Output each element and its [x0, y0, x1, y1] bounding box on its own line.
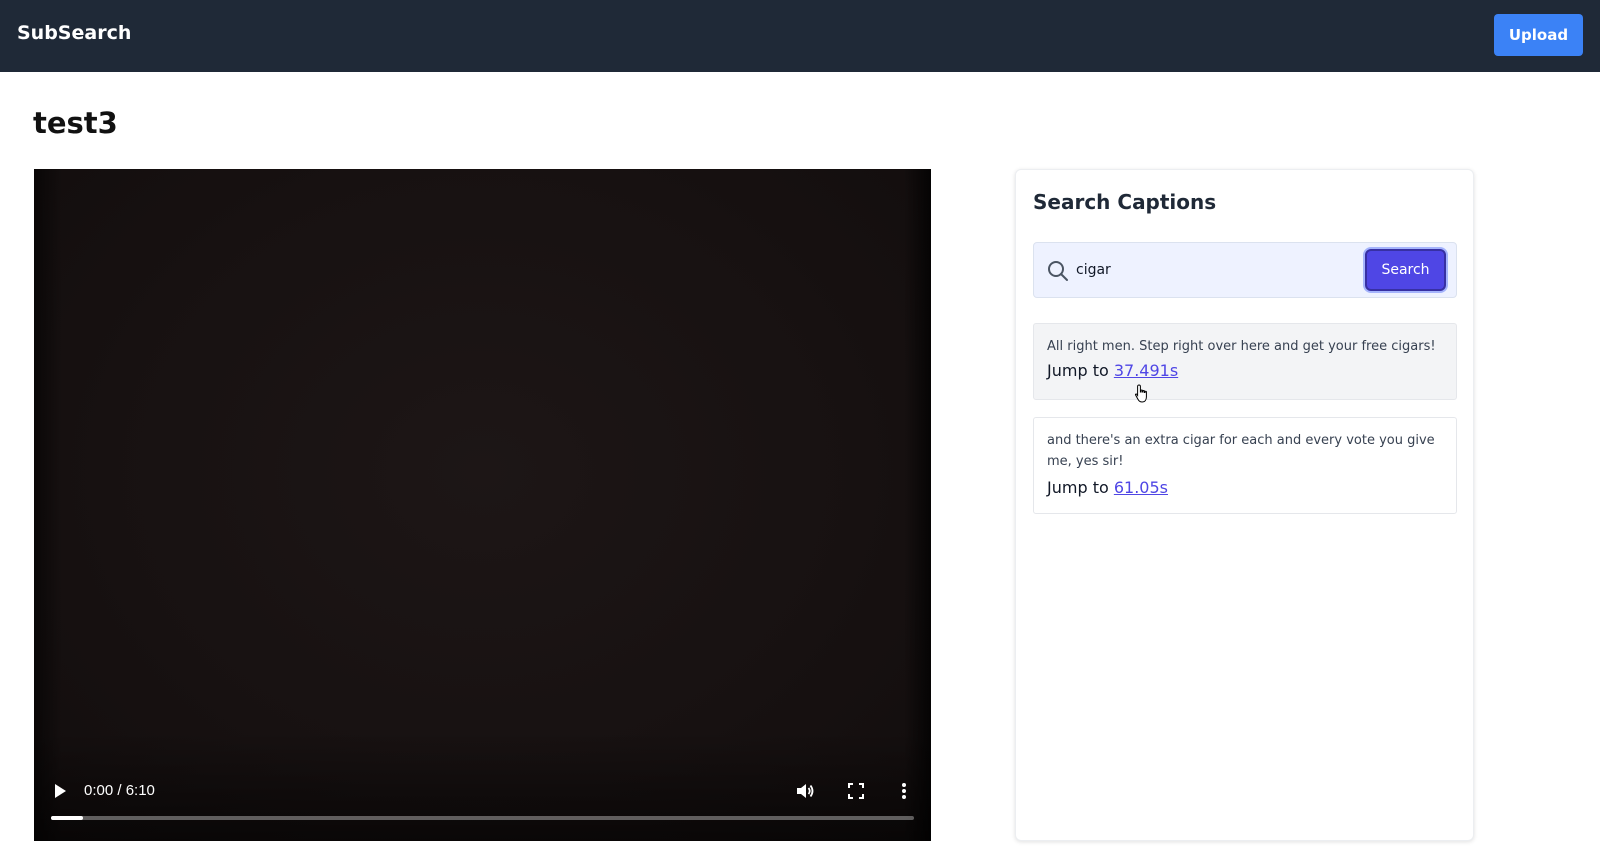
hand-pointer-cursor-icon	[1134, 384, 1150, 404]
search-captions-panel: Search Captions Search All right men. St…	[1015, 169, 1474, 841]
result-jump-row: Jump to 61.05s	[1047, 478, 1443, 497]
search-input[interactable]	[1076, 255, 1396, 285]
result-jump-row: Jump to 37.491s	[1047, 361, 1443, 380]
video-player[interactable]: 0:00 / 6:10	[34, 169, 931, 841]
search-result-item: and there's an extra cigar for each and …	[1033, 417, 1457, 514]
result-caption-text: All right men. Step right over here and …	[1047, 339, 1436, 354]
fullscreen-icon[interactable]	[843, 778, 869, 804]
jump-label: Jump to	[1047, 478, 1109, 497]
jump-label: Jump to	[1047, 361, 1109, 380]
video-time-display: 0:00 / 6:10	[84, 782, 155, 799]
brand-logo-text[interactable]: SubSearch	[17, 22, 131, 44]
top-navbar: SubSearch Upload	[0, 0, 1600, 72]
panel-title: Search Captions	[1033, 190, 1217, 214]
search-result-item: All right men. Step right over here and …	[1033, 323, 1457, 400]
video-progress-bar[interactable]	[51, 816, 914, 820]
search-button[interactable]: Search	[1365, 249, 1446, 291]
upload-button[interactable]: Upload	[1494, 14, 1583, 56]
play-icon[interactable]	[48, 779, 72, 803]
search-icon	[1046, 259, 1070, 283]
jump-timestamp-link[interactable]: 61.05s	[1114, 478, 1168, 497]
result-caption-text: and there's an extra cigar for each and …	[1047, 433, 1435, 469]
volume-icon[interactable]	[792, 778, 818, 804]
page-title: test3	[33, 106, 118, 140]
search-bar: Search	[1033, 242, 1457, 298]
jump-timestamp-link[interactable]: 37.491s	[1114, 361, 1178, 380]
more-options-icon[interactable]	[894, 778, 914, 804]
video-progress-fill	[51, 816, 83, 820]
